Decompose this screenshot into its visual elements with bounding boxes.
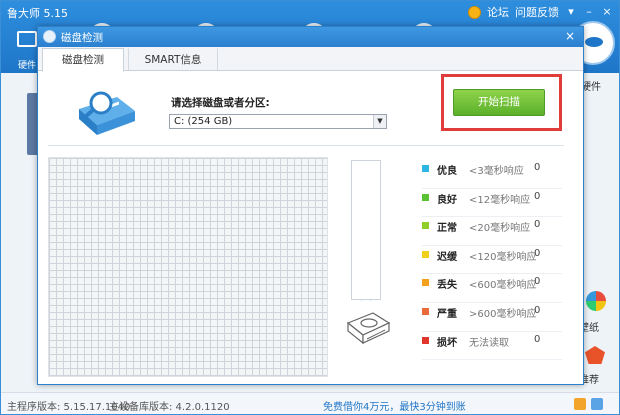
- legend-row: 正常 <20毫秒响应 0: [422, 217, 562, 246]
- chevron-down-icon[interactable]: ▼: [373, 115, 386, 128]
- legend-swatch: [422, 336, 429, 344]
- legend-row: 丢失 <600毫秒响应 0: [422, 274, 562, 303]
- tab-smart-info[interactable]: SMART信息: [128, 48, 218, 71]
- status-bar: 主程序版本: 5.15.17.1040 主设备库版本: 4.2.0.1120 免…: [1, 392, 619, 414]
- dialog-title: 磁盘检测: [61, 32, 103, 44]
- response-legend: 优良 <3毫秒响应 0 良好 <12毫秒响应 0 正常 <20毫秒响应 0 迟缓 <120毫秒响应 0…: [422, 160, 562, 361]
- tab-bar: 磁盘检测 SMART信息: [38, 47, 583, 72]
- app-title: 鲁大师 5.15: [7, 7, 68, 20]
- disk-block-grid: [48, 157, 328, 377]
- legend-swatch: [422, 307, 429, 315]
- legend-swatch: [422, 193, 429, 201]
- legend-description: <20毫秒响应: [469, 223, 531, 235]
- legend-name: 严重: [437, 308, 457, 320]
- legend-count: 0: [534, 304, 541, 316]
- legend-name: 良好: [437, 194, 457, 206]
- legend-name: 丢失: [437, 280, 457, 292]
- legend-description: <120毫秒响应: [469, 251, 537, 263]
- legend-count: 0: [534, 162, 541, 173]
- right-hardware-label: 硬件: [581, 82, 601, 93]
- legend-count: 0: [534, 276, 541, 288]
- legend-description: 无法读取: [469, 337, 509, 349]
- top-right-links: 论坛 问题反馈 ▾ – ×: [468, 4, 613, 20]
- legend-count: 0: [534, 333, 541, 345]
- coin-icon[interactable]: [468, 5, 481, 19]
- legend-row: 迟缓 <120毫秒响应 0: [422, 246, 562, 275]
- promo-link[interactable]: 免费借你4万元，最快3分钟到账: [323, 398, 466, 413]
- disk-check-dialog: 磁盘检测 × 磁盘检测 SMART信息 请选择磁盘或者分区: C: (254 G…: [37, 26, 584, 385]
- legend-name: 优良: [437, 166, 457, 177]
- legend-name: 正常: [437, 223, 457, 235]
- legend-row: 优良 <3毫秒响应 0: [422, 160, 562, 189]
- legend-description: <3毫秒响应: [469, 166, 524, 177]
- scan-progress-bar: [351, 160, 381, 300]
- hard-drive-icon: [346, 312, 391, 345]
- legend-name: 迟缓: [437, 251, 457, 263]
- wallpaper-icon[interactable]: [586, 291, 606, 311]
- magnifier-disk-icon: [79, 91, 135, 135]
- legend-swatch: [422, 165, 429, 172]
- feedback-link[interactable]: 问题反馈: [515, 4, 559, 20]
- recommend-icon[interactable]: [585, 346, 605, 364]
- disk-select-value: C: (254 GB): [174, 116, 233, 127]
- database-version: 主设备库版本: 4.2.0.1120: [109, 402, 230, 413]
- legend-name: 损坏: [437, 337, 457, 349]
- divider: [48, 145, 564, 146]
- close-icon[interactable]: ×: [563, 29, 577, 43]
- legend-description: >600毫秒响应: [469, 308, 537, 320]
- hardware-tab-icon[interactable]: [17, 31, 37, 47]
- start-scan-button[interactable]: 开始扫描: [453, 89, 545, 116]
- close-icon[interactable]: ×: [601, 6, 613, 18]
- tab-disk-check[interactable]: 磁盘检测: [42, 48, 124, 72]
- status-icon[interactable]: [574, 398, 586, 410]
- legend-swatch: [422, 279, 429, 287]
- legend-description: <600毫秒响应: [469, 280, 537, 292]
- disk-check-icon: [43, 30, 56, 43]
- minimize-icon[interactable]: –: [583, 6, 595, 18]
- legend-count: 0: [534, 247, 541, 259]
- status-icon[interactable]: [591, 398, 603, 410]
- legend-count: 0: [534, 190, 541, 202]
- legend-count: 0: [534, 219, 541, 231]
- dialog-titlebar[interactable]: 磁盘检测 ×: [38, 27, 583, 47]
- progress-pointer: [361, 300, 371, 308]
- legend-swatch: [422, 250, 429, 258]
- disk-select-dropdown[interactable]: C: (254 GB) ▼: [169, 114, 387, 129]
- menu-icon[interactable]: ▾: [565, 6, 577, 18]
- forum-link[interactable]: 论坛: [487, 4, 509, 20]
- legend-description: <12毫秒响应: [469, 194, 531, 206]
- hardware-tab-label[interactable]: 硬件: [18, 58, 36, 71]
- legend-row: 严重 >600毫秒响应 0: [422, 303, 562, 332]
- legend-swatch: [422, 222, 429, 230]
- legend-row: 良好 <12毫秒响应 0: [422, 189, 562, 218]
- legend-row: 损坏 无法读取 0: [422, 332, 562, 361]
- disk-select-label: 请选择磁盘或者分区:: [171, 97, 270, 109]
